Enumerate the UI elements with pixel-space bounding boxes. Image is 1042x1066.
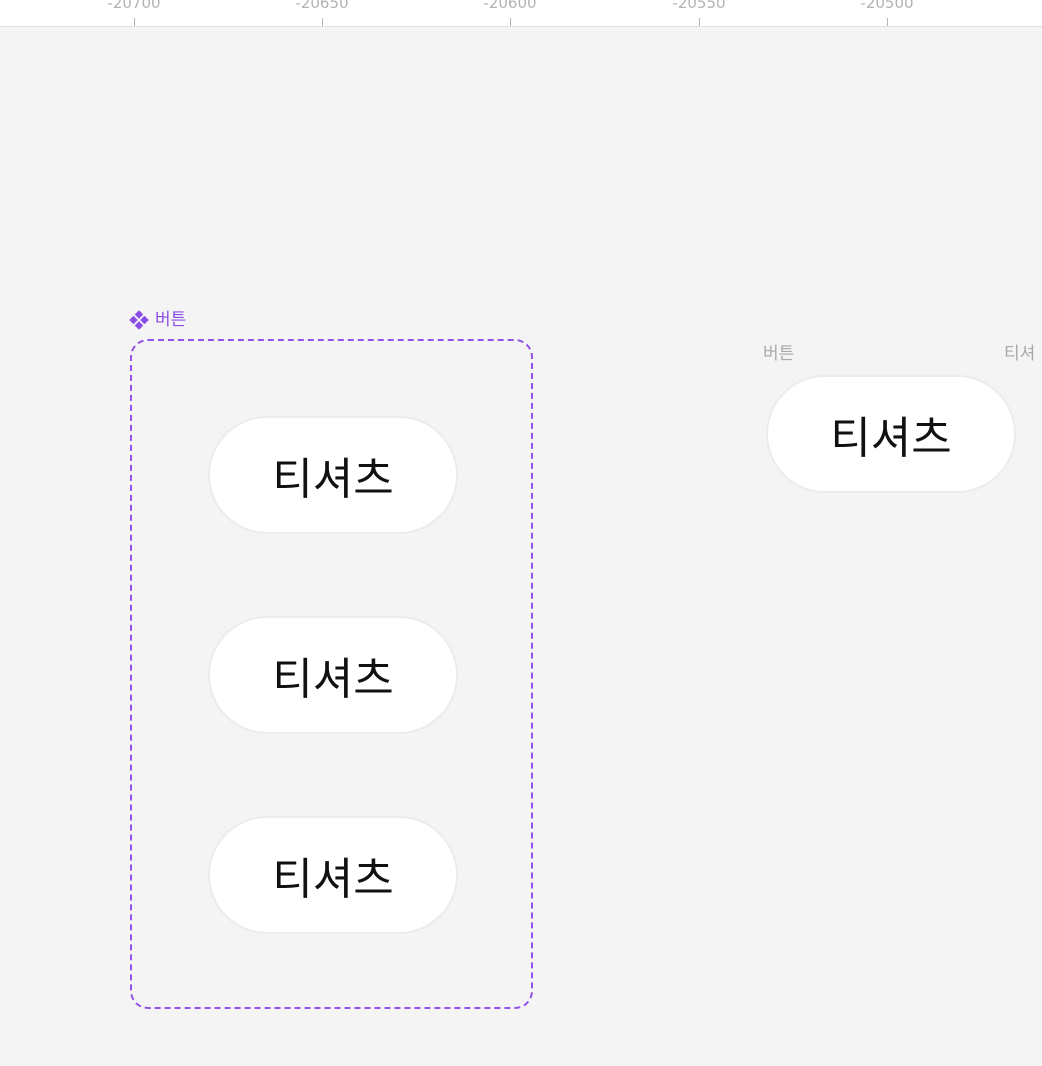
ruler-label: -20500 [860, 0, 914, 12]
ruler-label: -20700 [107, 0, 161, 12]
horizontal-ruler: -20700 -20650 -20600 -20550 -20500 [0, 0, 1042, 27]
ruler-tick [322, 18, 323, 26]
button-instance[interactable]: 티셔츠 [766, 375, 1016, 493]
ruler-label: -20650 [295, 0, 349, 12]
component-set-icon [129, 310, 149, 330]
ruler-tick [699, 18, 700, 26]
ruler-tick [134, 18, 135, 26]
component-set-label[interactable]: 버튼 [129, 309, 186, 331]
component-set-name: 버튼 [155, 310, 187, 330]
button-variant-3[interactable]: 티셔츠 [208, 816, 458, 934]
button-variant-2[interactable]: 티셔츠 [208, 616, 458, 734]
clipped-frame-label[interactable]: 티셔 [1004, 343, 1035, 365]
ruler-label: -20550 [672, 0, 726, 12]
ruler-tick [887, 18, 888, 26]
ruler-tick [510, 18, 511, 26]
button-variant-1[interactable]: 티셔츠 [208, 416, 458, 534]
instance-frame-label[interactable]: 버튼 [763, 343, 794, 365]
ruler-label: -20600 [483, 0, 537, 12]
